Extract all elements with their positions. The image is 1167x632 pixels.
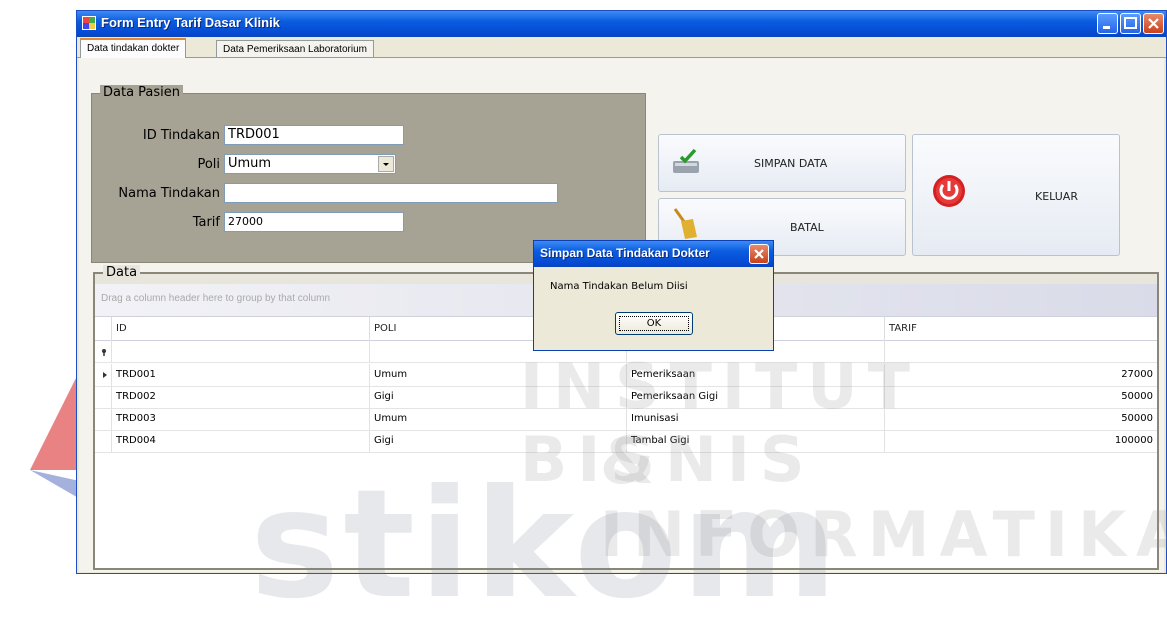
batal-label: BATAL — [790, 221, 824, 234]
simpan-data-button[interactable]: SIMPAN DATA — [658, 134, 906, 192]
row-indicator — [95, 386, 111, 408]
minimize-icon — [1103, 26, 1110, 29]
app-icon — [82, 16, 96, 30]
column-header-id[interactable]: ID — [111, 317, 369, 340]
row-indicator — [95, 408, 111, 430]
watermark-line3: stikom — [250, 458, 842, 632]
maximize-button[interactable] — [1120, 13, 1141, 34]
cell-id[interactable]: TRD001 — [111, 364, 369, 386]
dropdown-arrow-icon[interactable] — [378, 156, 394, 172]
group-hint: Drag a column header here to group by th… — [101, 293, 331, 304]
current-row-arrow-icon — [95, 364, 111, 386]
cell-id[interactable]: TRD004 — [111, 430, 369, 452]
tab-data-tindakan-dokter[interactable]: Data tindakan dokter — [80, 38, 187, 58]
poli-label: Poli — [197, 157, 220, 172]
window-title: Form Entry Tarif Dasar Klinik — [101, 15, 280, 30]
row-indicator-header — [95, 317, 111, 340]
tab-strip: Data tindakan dokter Data Pemeriksaan La… — [77, 37, 1166, 58]
id-tindakan-field[interactable]: TRD001 — [224, 125, 404, 145]
save-disk-icon — [673, 148, 699, 173]
dialog-ok-button[interactable]: OK — [615, 312, 693, 335]
close-button[interactable] — [1143, 13, 1164, 34]
data-pasien-label: Data Pasien — [100, 85, 184, 100]
simpan-data-label: SIMPAN DATA — [754, 157, 828, 170]
column-header-tarif[interactable]: TARIF — [884, 317, 1157, 340]
nama-tindakan-field[interactable] — [224, 183, 558, 203]
data-pasien-group: Data Pasien ID Tindakan TRD001 Poli Umum… — [91, 85, 646, 263]
id-tindakan-label: ID Tindakan — [142, 128, 220, 143]
filter-icon — [95, 340, 111, 362]
poli-select[interactable]: Umum — [224, 154, 396, 174]
data-group-label: Data — [103, 265, 141, 280]
tarif-field[interactable]: 27000 — [224, 212, 404, 232]
dialog-title: Simpan Data Tindakan Dokter — [540, 246, 710, 260]
row-indicator — [95, 430, 111, 452]
tarif-label: Tarif — [192, 215, 220, 230]
cell-id[interactable]: TRD003 — [111, 408, 369, 430]
maximize-icon — [1124, 17, 1137, 29]
cell-id[interactable]: TRD002 — [111, 386, 369, 408]
keluar-label: KELUAR — [1035, 190, 1078, 203]
message-dialog: Simpan Data Tindakan Dokter Nama Tindaka… — [533, 240, 774, 351]
filter-cell[interactable] — [111, 340, 369, 362]
power-icon — [933, 175, 965, 207]
close-icon — [1148, 18, 1159, 29]
poli-selected-value: Umum — [228, 156, 272, 171]
dialog-title-bar: Simpan Data Tindakan Dokter — [534, 241, 773, 267]
dialog-close-button[interactable] — [749, 244, 769, 264]
title-bar: Form Entry Tarif Dasar Klinik — [77, 11, 1166, 37]
broom-icon — [673, 208, 697, 239]
keluar-button[interactable]: KELUAR — [912, 134, 1120, 256]
close-icon — [754, 249, 764, 259]
minimize-button[interactable] — [1097, 13, 1118, 34]
dialog-message: Nama Tindakan Belum Diisi — [550, 281, 688, 292]
tab-data-pemeriksaan-laboratorium[interactable]: Data Pemeriksaan Laboratorium — [216, 40, 374, 57]
nama-tindakan-label: Nama Tindakan — [118, 186, 220, 201]
